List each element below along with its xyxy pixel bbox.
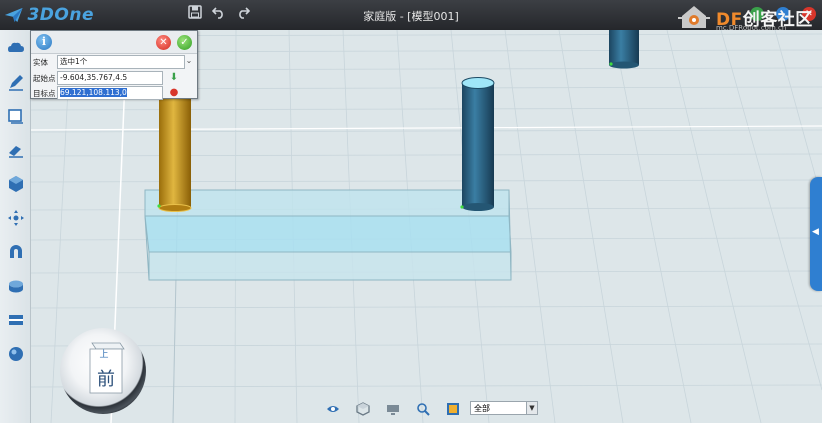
view-icon[interactable] (356, 402, 370, 416)
reset-point-icon[interactable]: ● (168, 87, 180, 99)
robot-logo-icon (678, 6, 710, 28)
left-toolbar (0, 30, 31, 423)
eraser-icon[interactable] (6, 140, 26, 160)
start-point-label: 起始点 (33, 74, 56, 83)
target-point-field[interactable]: 69.121,108.113,0 (57, 86, 163, 100)
panel-header: i ✕ ✓ (31, 31, 197, 54)
sphere-icon[interactable] (6, 344, 26, 364)
base-block[interactable] (144, 189, 512, 281)
bottom-toolbar: 全部 ▼ (322, 400, 542, 418)
pick-point-icon[interactable]: ⬇ (168, 72, 180, 84)
entity-field[interactable]: 选中1个 (57, 55, 185, 69)
view-cube-front: 前 (97, 369, 115, 390)
move-panel: i ✕ ✓ 实体 选中1个 ⌄ 起始点 -9.604,35.767,4.5 ⬇ … (30, 30, 198, 100)
plane-icon[interactable] (6, 310, 26, 330)
transform-icon[interactable] (6, 208, 26, 228)
title-bar: 3DOne 家庭版 - [模型001] ✕ DF创客社区 mc.DFRobot.… (0, 0, 822, 32)
info-icon[interactable]: i (36, 34, 52, 50)
pencil-icon[interactable] (6, 72, 26, 92)
cancel-button[interactable]: ✕ (156, 35, 171, 50)
right-panel-toggle[interactable]: ◀ (810, 177, 822, 291)
view-cube[interactable]: 上 前 (86, 339, 126, 399)
chevron-left-icon: ◀ (812, 227, 819, 237)
brand-watermark: DF创客社区 mc.DFRobot.com.cn (672, 2, 822, 32)
start-point-row: 起始点 -9.604,35.767,4.5 ⬇ (31, 71, 197, 85)
chevron-down-icon[interactable]: ⌄ (184, 56, 194, 68)
start-point-field[interactable]: -9.604,35.767,4.5 (57, 71, 163, 85)
combine-icon[interactable] (6, 276, 26, 296)
far-cylinder[interactable] (609, 30, 639, 69)
chevron-down-icon[interactable]: ▼ (526, 402, 537, 414)
face-icon[interactable] (6, 106, 26, 126)
eye-icon[interactable] (326, 402, 340, 416)
target-point-value: 69.121,108.113,0 (60, 88, 127, 97)
display-icon[interactable] (386, 402, 400, 416)
gold-cylinder[interactable] (158, 90, 192, 212)
entity-row: 实体 选中1个 ⌄ (31, 55, 197, 69)
view-cube-top: 上 (99, 349, 108, 360)
target-point-label: 目标点 (33, 89, 56, 98)
filter-select-value: 全部 (474, 404, 490, 413)
blue-cylinder[interactable] (461, 77, 495, 212)
confirm-button[interactable]: ✓ (177, 35, 192, 50)
zoom-icon[interactable] (416, 402, 430, 416)
entity-label: 实体 (33, 58, 48, 67)
magnet-icon[interactable] (6, 242, 26, 262)
cube-icon[interactable] (6, 174, 26, 194)
filter-select[interactable]: 全部 ▼ (470, 401, 538, 415)
render-icon[interactable] (446, 402, 460, 416)
sketch-cloud-icon[interactable] (6, 38, 26, 58)
target-point-row: 目标点 69.121,108.113,0 ● (31, 86, 197, 100)
